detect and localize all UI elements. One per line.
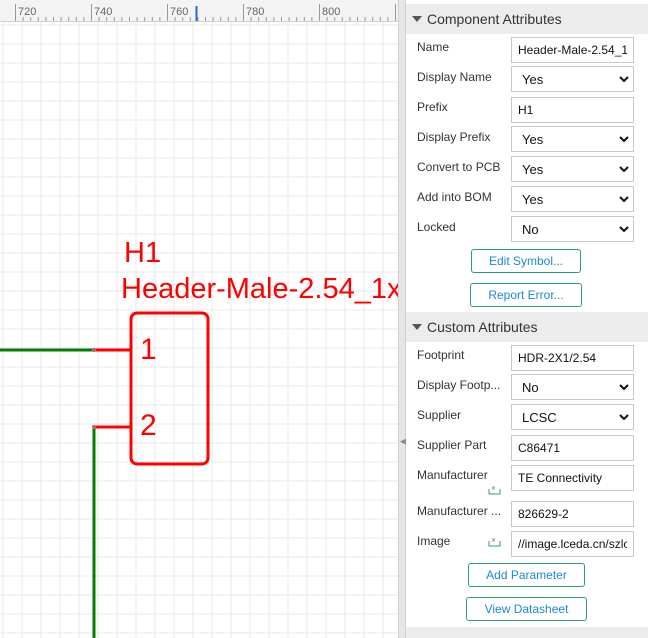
component-attributes-header[interactable]: Component Attributes <box>406 4 648 34</box>
field-label: Convert to PCB <box>417 160 501 174</box>
add-into-bom-select[interactable]: Yes <box>511 186 634 212</box>
svg-text:×: × <box>491 485 496 492</box>
select-value: LCSC <box>522 409 557 425</box>
view-datasheet-button[interactable]: View Datasheet <box>466 597 587 621</box>
chevron-down-icon <box>619 196 629 203</box>
select-value: No <box>522 379 539 395</box>
field-label: Locked <box>417 220 456 234</box>
select-value: Yes <box>522 161 544 177</box>
field-label: Supplier <box>417 408 462 422</box>
pin-end-dot <box>92 425 96 429</box>
schematic-drawing <box>0 311 210 638</box>
chevron-down-icon <box>619 76 629 83</box>
collapse-handle-icon[interactable]: ◀ <box>400 432 407 450</box>
collapse-arrow-icon[interactable] <box>412 324 422 330</box>
section-title: Component Attributes <box>427 11 562 27</box>
select-value: Yes <box>522 71 544 87</box>
add-parameter-button[interactable]: Add Parameter <box>468 563 585 587</box>
supplier-part-input[interactable] <box>511 435 634 461</box>
manufacturer-part-input[interactable] <box>511 501 634 527</box>
field-label: Display Name <box>417 70 492 84</box>
chevron-down-icon <box>619 166 629 173</box>
field-label: Display Footp... <box>417 378 501 392</box>
schematic-canvas[interactable]: 720 740 760 780 800 H1 Header-Male-2.54_… <box>0 0 398 638</box>
component-name-label[interactable]: Header-Male-2.54_1x2 <box>121 275 398 304</box>
select-value: Yes <box>522 131 544 147</box>
prefix-input[interactable] <box>511 97 634 123</box>
image-broken-icon[interactable]: × <box>488 484 501 495</box>
display-prefix-select[interactable]: Yes <box>511 126 634 152</box>
name-input[interactable] <box>511 37 634 63</box>
report-error-button[interactable]: Report Error... <box>470 283 582 307</box>
convert-to-pcb-select[interactable]: Yes <box>511 156 634 182</box>
image-url-input[interactable] <box>511 531 634 557</box>
field-label: Name <box>417 40 450 54</box>
field-label: Prefix <box>417 100 448 114</box>
edit-symbol-button[interactable]: Edit Symbol... <box>471 249 581 273</box>
panel-splitter[interactable]: ◀ <box>398 0 407 638</box>
footprint-input[interactable] <box>511 345 634 371</box>
field-label: Display Prefix <box>417 130 491 144</box>
field-label: Add into BOM <box>417 190 492 204</box>
custom-attributes-header[interactable]: Custom Attributes <box>406 312 648 342</box>
pin-end-dot <box>92 348 96 352</box>
chevron-down-icon <box>619 414 629 421</box>
image-broken-icon[interactable]: × <box>488 536 501 547</box>
chevron-down-icon <box>619 384 629 391</box>
properties-panel: Component Attributes Name Display Name Y… <box>406 0 648 638</box>
section-title: Custom Attributes <box>427 319 538 335</box>
chevron-down-icon <box>619 226 629 233</box>
select-value: No <box>522 221 539 237</box>
next-section-header[interactable] <box>406 627 648 638</box>
collapse-arrow-icon[interactable] <box>412 16 422 22</box>
component-designator[interactable]: H1 <box>124 239 161 268</box>
pin-number-1: 1 <box>140 333 157 366</box>
select-value: Yes <box>522 191 544 207</box>
display-name-select[interactable]: Yes <box>511 66 634 92</box>
field-label: Manufacturer ... <box>417 504 502 518</box>
locked-select[interactable]: No <box>511 216 634 242</box>
display-footprint-select[interactable]: No <box>511 374 634 400</box>
chevron-down-icon <box>619 136 629 143</box>
pin-number-2: 2 <box>140 409 157 442</box>
field-label: Manufacturer <box>417 468 488 482</box>
field-label: Supplier Part <box>417 438 487 452</box>
supplier-select[interactable]: LCSC <box>511 404 634 430</box>
field-label: Footprint <box>417 348 465 362</box>
manufacturer-input[interactable] <box>511 465 634 491</box>
svg-text:×: × <box>491 537 496 544</box>
